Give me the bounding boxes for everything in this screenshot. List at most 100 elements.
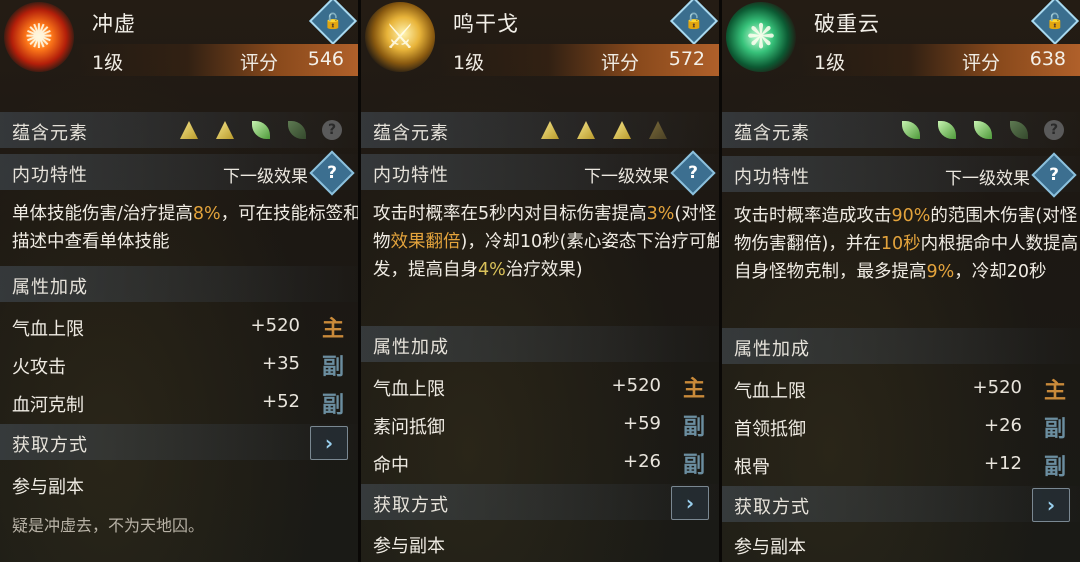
main-attr-tag: 主 bbox=[321, 317, 344, 342]
attr-value: +26 bbox=[984, 415, 1022, 436]
elements-section: 蕴含元素 ? bbox=[722, 112, 1080, 148]
attr-section: 属性加成 bbox=[0, 266, 358, 302]
trait-section: 内功特性 下一级效果 ? bbox=[361, 150, 719, 196]
acquire-go-button[interactable]: › bbox=[310, 426, 348, 460]
attr-row: 命中 +26 副 bbox=[361, 443, 719, 481]
attr-name: 首领抵御 bbox=[734, 419, 806, 440]
attr-row: 气血上限 +520 主 bbox=[0, 307, 358, 345]
attr-value: +59 bbox=[623, 413, 661, 434]
acquire-go-button[interactable]: › bbox=[671, 486, 709, 520]
item-name: 破重云 bbox=[814, 12, 880, 36]
attr-row: 火攻击 +35 副 bbox=[0, 345, 358, 383]
item-level: 1级 bbox=[92, 52, 124, 74]
spear-icon[interactable]: ⚔ bbox=[365, 2, 435, 72]
desc-highlight: 90% bbox=[891, 206, 931, 226]
card-header: ❋ 破重云 🔓 1级 评分 638 bbox=[722, 0, 1080, 80]
main-attr-tag: 主 bbox=[682, 377, 705, 402]
attr-section: 属性加成 bbox=[361, 326, 719, 362]
elements-label: 蕴含元素 bbox=[373, 123, 449, 144]
sub-attr-tag: 副 bbox=[682, 415, 705, 440]
level-score-bar: 1级 评分 638 bbox=[796, 44, 1080, 76]
item-card-pochongyun: ❋ 破重云 🔓 1级 评分 638 蕴含元素 ? 内功特性 下一级效果 ? 攻击… bbox=[722, 0, 1080, 562]
sub-attr-tag: 副 bbox=[321, 355, 344, 380]
acquire-label: 获取方式 bbox=[12, 435, 88, 456]
attr-value: +26 bbox=[623, 451, 661, 472]
trait-description: 攻击时概率造成攻击90%的范围木伤害(对怪物伤害翻倍)，并在10秒内根据命中人数… bbox=[722, 202, 1080, 286]
score-value: 546 bbox=[307, 48, 344, 70]
attr-value: +520 bbox=[250, 315, 300, 336]
attr-name: 气血上限 bbox=[373, 379, 445, 400]
next-level-effect-link[interactable]: 下一级效果 bbox=[584, 162, 669, 187]
attr-name: 血河克制 bbox=[12, 395, 84, 416]
attr-value: +35 bbox=[262, 353, 300, 374]
acquire-go-button[interactable]: › bbox=[1032, 488, 1070, 522]
attr-value: +12 bbox=[984, 453, 1022, 474]
desc-text: 治疗效果) bbox=[505, 260, 583, 280]
acquire-value: 参与副本 bbox=[373, 536, 445, 557]
item-name: 冲虚 bbox=[92, 12, 136, 36]
desc-highlight: 10秒 bbox=[880, 234, 921, 254]
score-label: 评分 bbox=[601, 52, 640, 74]
help-diamond-icon[interactable]: ? bbox=[670, 150, 716, 196]
fire-orb-icon[interactable]: ✺ bbox=[4, 2, 74, 72]
lock-icon[interactable]: 🔓 bbox=[308, 0, 358, 46]
attr-label: 属性加成 bbox=[373, 337, 449, 358]
acquire-label: 获取方式 bbox=[734, 497, 810, 518]
level-score-bar: 1级 评分 572 bbox=[435, 44, 719, 76]
score-label: 评分 bbox=[240, 52, 279, 74]
acquire-section: 获取方式 › bbox=[361, 484, 719, 520]
arrow-right-icon: › bbox=[1046, 493, 1056, 517]
acquire-value: 参与副本 bbox=[12, 477, 84, 498]
elements-label: 蕴含元素 bbox=[734, 123, 810, 144]
sub-attr-tag: 副 bbox=[321, 393, 344, 418]
level-score-bar: 1级 评分 546 bbox=[74, 44, 358, 76]
elements-section: 蕴含元素 ? bbox=[0, 112, 358, 148]
trait-section: 内功特性 下一级效果 ? bbox=[0, 150, 358, 196]
trait-label: 内功特性 bbox=[373, 165, 449, 186]
trait-label: 内功特性 bbox=[734, 167, 810, 188]
attr-value: +520 bbox=[611, 375, 661, 396]
attr-label: 属性加成 bbox=[734, 339, 810, 360]
lock-icon[interactable]: 🔓 bbox=[1030, 0, 1080, 46]
desc-highlight: 4% bbox=[478, 260, 506, 280]
help-icon[interactable]: ? bbox=[1044, 120, 1064, 140]
elements-section: 蕴含元素 bbox=[361, 112, 719, 148]
attr-row: 血河克制 +52 副 bbox=[0, 383, 358, 421]
desc-highlight: 效果翻倍 bbox=[390, 232, 461, 252]
score-label: 评分 bbox=[962, 52, 1001, 74]
item-name: 鸣干戈 bbox=[453, 12, 519, 36]
desc-text: ，冷却20秒 bbox=[954, 262, 1047, 282]
trait-description: 单体技能伤害/治疗提高8%，可在技能标签和描述中查看单体技能 bbox=[0, 200, 358, 256]
score-value: 572 bbox=[668, 48, 705, 70]
attr-name: 命中 bbox=[373, 455, 409, 476]
item-level: 1级 bbox=[453, 52, 485, 74]
attr-label: 属性加成 bbox=[12, 277, 88, 298]
card-header: ✺ 冲虚 🔓 1级 评分 546 bbox=[0, 0, 358, 80]
attr-row: 气血上限 +520 主 bbox=[722, 369, 1080, 407]
score-value: 638 bbox=[1029, 48, 1066, 70]
wood-element-icon bbox=[974, 121, 992, 139]
earth-element-dim-icon bbox=[649, 121, 667, 139]
attr-name: 气血上限 bbox=[734, 381, 806, 402]
arrow-right-icon: › bbox=[324, 431, 334, 455]
desc-highlight: 8% bbox=[192, 204, 221, 224]
attr-row: 气血上限 +520 主 bbox=[361, 367, 719, 405]
jade-claw-icon[interactable]: ❋ bbox=[726, 2, 796, 72]
acquire-label: 获取方式 bbox=[373, 495, 449, 516]
main-attr-tag: 主 bbox=[1043, 379, 1066, 404]
help-diamond-icon[interactable]: ? bbox=[1031, 152, 1077, 198]
item-card-mingganGe: ⚔ 鸣干戈 🔓 1级 评分 572 蕴含元素 内功特性 下一级效果 ? 攻击时概… bbox=[361, 0, 719, 562]
attr-row: 根骨 +12 副 bbox=[722, 445, 1080, 483]
earth-element-icon bbox=[216, 121, 234, 139]
help-icon[interactable]: ? bbox=[322, 120, 342, 140]
next-level-effect-link[interactable]: 下一级效果 bbox=[223, 162, 308, 187]
trait-section: 内功特性 下一级效果 ? bbox=[722, 152, 1080, 198]
help-diamond-icon[interactable]: ? bbox=[309, 150, 355, 196]
trait-description: 攻击时概率在5秒内对目标伤害提高3%(对怪物效果翻倍)，冷却10秒(素心姿态下治… bbox=[361, 200, 719, 284]
next-level-effect-link[interactable]: 下一级效果 bbox=[945, 164, 1030, 189]
item-card-chongxu: ✺ 冲虚 🔓 1级 评分 546 蕴含元素 ? 内功特性 下一级效果 ? 单体技… bbox=[0, 0, 358, 562]
lock-icon[interactable]: 🔓 bbox=[669, 0, 719, 46]
earth-element-icon bbox=[613, 121, 631, 139]
attr-section: 属性加成 bbox=[722, 328, 1080, 364]
wood-element-dim-icon bbox=[1010, 121, 1028, 139]
